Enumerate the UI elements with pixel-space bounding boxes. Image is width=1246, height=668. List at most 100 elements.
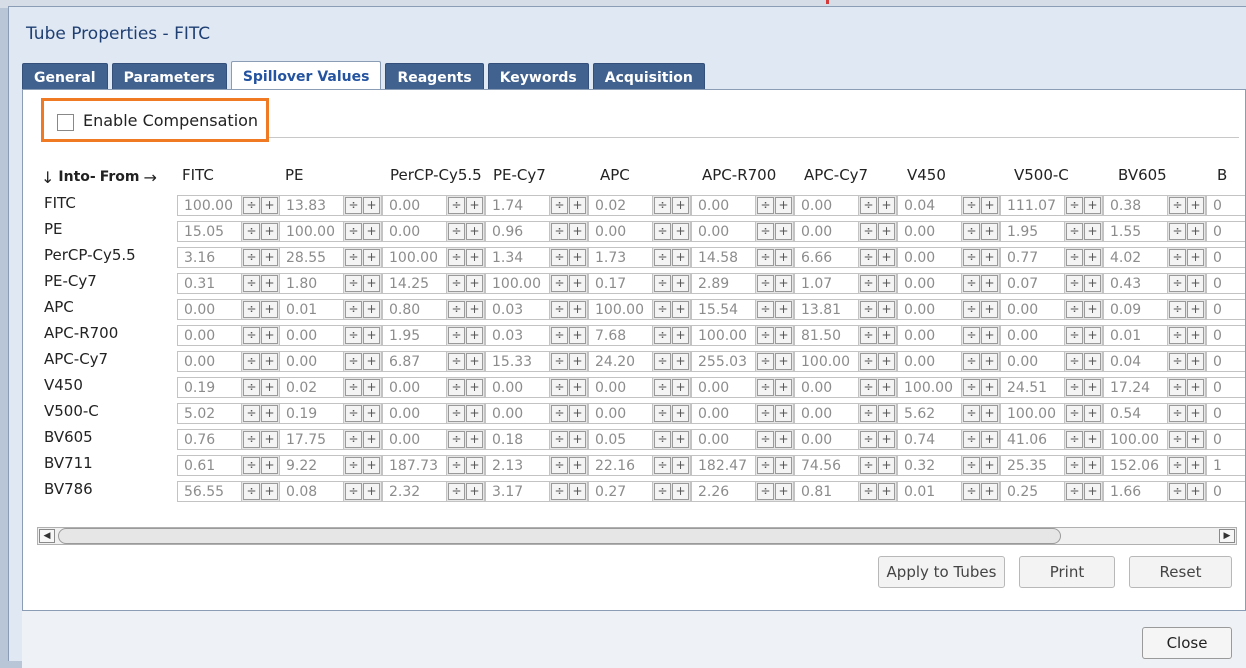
value-stepper[interactable]: ÷ +	[241, 196, 279, 215]
spillover-cell[interactable]: 0.00 ÷ +	[382, 377, 485, 398]
step-increment-icon[interactable]: +	[775, 301, 792, 318]
step-adjust-icon[interactable]: ÷	[860, 483, 877, 500]
spillover-value[interactable]: 1.73	[595, 250, 626, 266]
spillover-value[interactable]: 0	[1213, 302, 1222, 318]
step-increment-icon[interactable]: +	[981, 275, 998, 292]
spillover-cell[interactable]: 1.66 ÷ +	[1103, 481, 1206, 502]
spillover-cell[interactable]: 0.00 ÷ +	[588, 403, 691, 424]
step-increment-icon[interactable]: +	[1187, 431, 1204, 448]
spillover-value[interactable]: 0	[1213, 432, 1222, 448]
spillover-cell[interactable]: 0.54 ÷ +	[1103, 403, 1206, 424]
step-increment-icon[interactable]: +	[363, 249, 380, 266]
step-increment-icon[interactable]: +	[1084, 405, 1101, 422]
spillover-cell[interactable]: 100.00 ÷ +	[897, 377, 1000, 398]
step-increment-icon[interactable]: +	[878, 301, 895, 318]
spillover-value[interactable]: 0.00	[904, 302, 935, 318]
spillover-cell[interactable]: 0.00 ÷ +	[794, 195, 897, 216]
value-stepper[interactable]: ÷ +	[549, 482, 587, 501]
value-stepper[interactable]: ÷ +	[446, 430, 484, 449]
step-increment-icon[interactable]: +	[261, 353, 278, 370]
spillover-value[interactable]: 1.07	[801, 276, 832, 292]
value-stepper[interactable]: ÷ +	[446, 352, 484, 371]
spillover-value[interactable]: 0.38	[1110, 198, 1141, 214]
spillover-value[interactable]: 0.19	[184, 380, 215, 396]
value-stepper[interactable]: ÷ +	[961, 352, 999, 371]
spillover-value[interactable]: 0.25	[1007, 484, 1038, 500]
step-adjust-icon[interactable]: ÷	[551, 223, 568, 240]
step-increment-icon[interactable]: +	[363, 197, 380, 214]
step-increment-icon[interactable]: +	[466, 223, 483, 240]
step-adjust-icon[interactable]: ÷	[551, 275, 568, 292]
step-adjust-icon[interactable]: ÷	[860, 223, 877, 240]
step-increment-icon[interactable]: +	[261, 327, 278, 344]
step-increment-icon[interactable]: +	[466, 249, 483, 266]
spillover-cell[interactable]: 0.00 ÷ +	[897, 299, 1000, 320]
step-adjust-icon[interactable]: ÷	[243, 457, 260, 474]
spillover-cell[interactable]: 17.75 ÷ +	[279, 429, 382, 450]
spillover-cell[interactable]: 0.00 ÷ +	[691, 221, 794, 242]
step-increment-icon[interactable]: +	[1084, 197, 1101, 214]
spillover-value[interactable]: 0.00	[389, 380, 420, 396]
step-adjust-icon[interactable]: ÷	[345, 301, 362, 318]
step-increment-icon[interactable]: +	[1187, 457, 1204, 474]
spillover-value[interactable]: 0.00	[184, 328, 215, 344]
step-increment-icon[interactable]: +	[981, 457, 998, 474]
spillover-cell[interactable]: 0.17 ÷ +	[588, 273, 691, 294]
spillover-value[interactable]: 255.03	[698, 354, 747, 370]
spillover-value[interactable]: 13.81	[801, 302, 841, 318]
step-increment-icon[interactable]: +	[1084, 353, 1101, 370]
spillover-cell[interactable]: 2.26 ÷ +	[691, 481, 794, 502]
value-stepper[interactable]: ÷ +	[858, 482, 896, 501]
spillover-value[interactable]: 0.00	[904, 224, 935, 240]
spillover-cell[interactable]: 0.00 ÷ +	[691, 429, 794, 450]
spillover-cell[interactable]: 1.95 ÷ +	[1000, 221, 1103, 242]
spillover-cell[interactable]: 3.17 ÷ +	[485, 481, 588, 502]
step-adjust-icon[interactable]: ÷	[757, 405, 774, 422]
apply-to-tubes-button[interactable]: Apply to Tubes	[878, 556, 1005, 588]
spillover-cell[interactable]: 24.51 ÷ +	[1000, 377, 1103, 398]
spillover-value[interactable]: 0.00	[904, 250, 935, 266]
step-increment-icon[interactable]: +	[672, 483, 689, 500]
value-stepper[interactable]: ÷ +	[343, 222, 381, 241]
spillover-cell[interactable]: 0.01 ÷ +	[1103, 325, 1206, 346]
value-stepper[interactable]: ÷ +	[652, 274, 690, 293]
spillover-value[interactable]: 0.00	[698, 406, 729, 422]
step-adjust-icon[interactable]: ÷	[448, 353, 465, 370]
value-stepper[interactable]: ÷ +	[858, 326, 896, 345]
value-stepper[interactable]: ÷ +	[1167, 430, 1205, 449]
value-stepper[interactable]: ÷ +	[858, 456, 896, 475]
step-adjust-icon[interactable]: ÷	[757, 379, 774, 396]
spillover-cell[interactable]: 0.00 ÷ +	[279, 325, 382, 346]
spillover-value[interactable]: 0.00	[1007, 302, 1038, 318]
step-adjust-icon[interactable]: ÷	[1169, 431, 1186, 448]
step-adjust-icon[interactable]: ÷	[243, 275, 260, 292]
step-increment-icon[interactable]: +	[981, 405, 998, 422]
value-stepper[interactable]: ÷ +	[1064, 196, 1102, 215]
step-adjust-icon[interactable]: ÷	[654, 405, 671, 422]
value-stepper[interactable]: ÷ +	[652, 222, 690, 241]
value-stepper[interactable]: ÷ +	[446, 326, 484, 345]
spillover-cell[interactable]: 0÷+	[1206, 221, 1245, 242]
step-adjust-icon[interactable]: ÷	[757, 353, 774, 370]
step-adjust-icon[interactable]: ÷	[243, 379, 260, 396]
step-adjust-icon[interactable]: ÷	[654, 327, 671, 344]
scroll-left-icon[interactable]: ◀	[39, 529, 55, 543]
step-increment-icon[interactable]: +	[1187, 483, 1204, 500]
step-adjust-icon[interactable]: ÷	[1169, 405, 1186, 422]
step-adjust-icon[interactable]: ÷	[551, 327, 568, 344]
value-stepper[interactable]: ÷ +	[241, 326, 279, 345]
spillover-cell[interactable]: 0÷+	[1206, 403, 1245, 424]
value-stepper[interactable]: ÷ +	[1167, 378, 1205, 397]
value-stepper[interactable]: ÷ +	[549, 300, 587, 319]
value-stepper[interactable]: ÷ +	[1167, 274, 1205, 293]
step-increment-icon[interactable]: +	[981, 327, 998, 344]
step-increment-icon[interactable]: +	[261, 431, 278, 448]
step-increment-icon[interactable]: +	[672, 327, 689, 344]
step-increment-icon[interactable]: +	[261, 457, 278, 474]
value-stepper[interactable]: ÷ +	[961, 378, 999, 397]
spillover-cell[interactable]: 0.02 ÷ +	[279, 377, 382, 398]
value-stepper[interactable]: ÷ +	[961, 430, 999, 449]
step-adjust-icon[interactable]: ÷	[448, 379, 465, 396]
step-increment-icon[interactable]: +	[261, 405, 278, 422]
step-increment-icon[interactable]: +	[569, 275, 586, 292]
